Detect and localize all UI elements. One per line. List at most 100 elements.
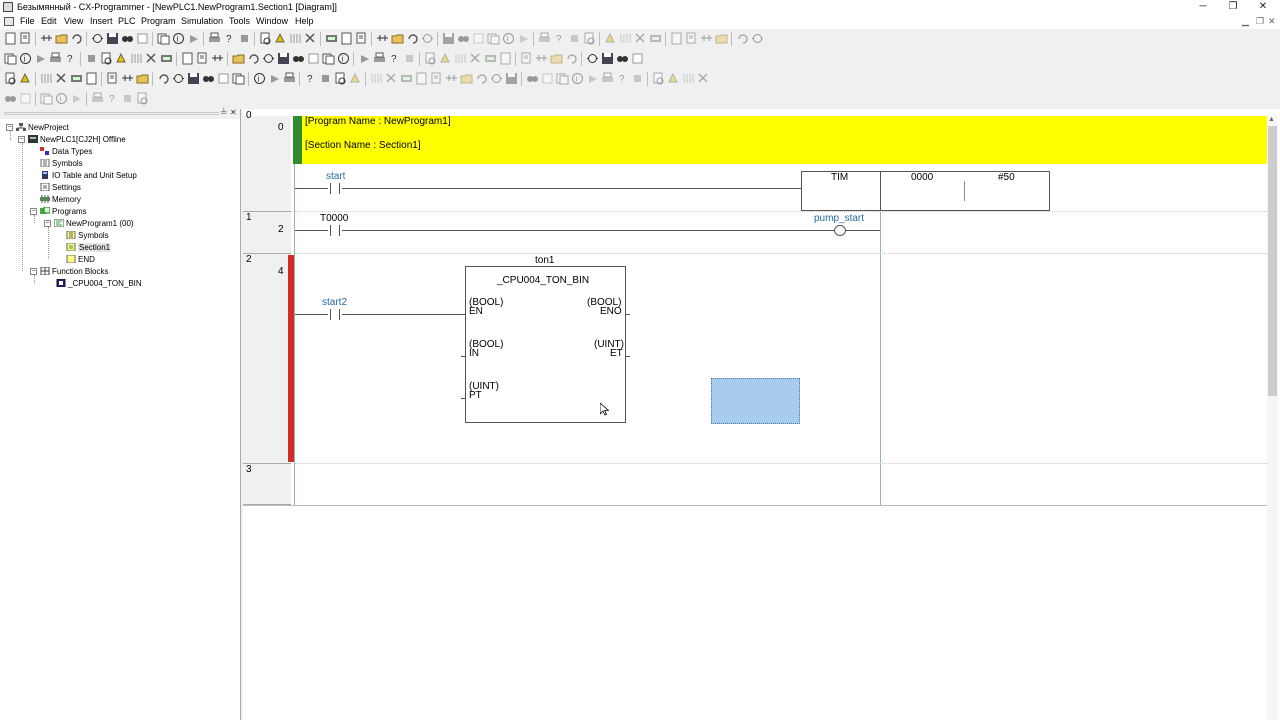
scrollbar-thumb[interactable] xyxy=(1268,126,1277,396)
menu-plc[interactable]: PLC xyxy=(118,16,136,26)
toolbar-button-icon[interactable] xyxy=(340,32,353,45)
toolbar-button-icon[interactable] xyxy=(583,32,596,45)
toolbar-button-icon[interactable] xyxy=(415,72,428,85)
toolbar-button-icon[interactable] xyxy=(292,52,305,65)
toolbar-button-icon[interactable] xyxy=(682,72,695,85)
toolbar-button-icon[interactable] xyxy=(247,52,260,65)
toolbar-button-icon[interactable]: i xyxy=(337,52,350,65)
toolbar-button-icon[interactable] xyxy=(454,52,467,65)
toolbar-button-icon[interactable] xyxy=(667,72,680,85)
toolbar-button-icon[interactable] xyxy=(358,52,371,65)
toolbar-button-icon[interactable]: i xyxy=(253,72,266,85)
mdi-close-icon[interactable]: ✕ xyxy=(1268,16,1276,27)
toolbar-button-icon[interactable] xyxy=(307,52,320,65)
toolbar-button-icon[interactable]: ? xyxy=(223,32,236,45)
contact-start2[interactable] xyxy=(328,309,342,320)
toolbar-button-icon[interactable] xyxy=(535,52,548,65)
toolbar-button-icon[interactable] xyxy=(55,72,68,85)
expand-programs[interactable]: − xyxy=(30,208,37,215)
toolbar-button-icon[interactable] xyxy=(442,32,455,45)
toolbar-button-icon[interactable] xyxy=(136,32,149,45)
toolbar-button-icon[interactable]: i xyxy=(172,32,185,45)
toolbar-button-icon[interactable] xyxy=(304,32,317,45)
toolbar-button-icon[interactable] xyxy=(421,32,434,45)
expand-function-blocks[interactable]: − xyxy=(30,268,37,275)
toolbar-button-icon[interactable] xyxy=(715,32,728,45)
toolbar-button-icon[interactable] xyxy=(424,52,437,65)
diagram-cursor-selection[interactable] xyxy=(711,378,800,424)
toolbar-button-icon[interactable] xyxy=(556,72,569,85)
toolbar-button-icon[interactable] xyxy=(91,92,104,105)
toolbar-button-icon[interactable]: i xyxy=(55,92,68,105)
toolbar-button-icon[interactable] xyxy=(196,52,209,65)
menu-view[interactable]: View xyxy=(64,16,83,26)
toolbar-button-icon[interactable] xyxy=(631,72,644,85)
toolbar-button-icon[interactable] xyxy=(550,52,563,65)
contact-label[interactable]: start xyxy=(326,171,345,182)
tree-programs[interactable]: Programs xyxy=(40,207,87,216)
coil-label[interactable]: pump_start xyxy=(814,213,864,224)
toolbar-button-icon[interactable] xyxy=(187,32,200,45)
tree-plc[interactable]: NewPLC1[CJ2H] Offline xyxy=(28,135,126,144)
toolbar-button-icon[interactable] xyxy=(70,72,83,85)
scroll-up-icon[interactable]: ▲ xyxy=(1268,116,1275,123)
toolbar-button-icon[interactable]: ? xyxy=(616,72,629,85)
toolbar-button-icon[interactable] xyxy=(649,32,662,45)
pin-icon[interactable]: ╧ xyxy=(221,108,227,117)
toolbar-button-icon[interactable] xyxy=(34,52,47,65)
toolbar-button-icon[interactable] xyxy=(259,32,272,45)
toolbar-button-icon[interactable] xyxy=(526,72,539,85)
contact-t0000[interactable] xyxy=(328,225,342,236)
menu-insert[interactable]: Insert xyxy=(90,16,113,26)
menu-program[interactable]: Program xyxy=(141,16,176,26)
toolbar-button-icon[interactable] xyxy=(355,32,368,45)
toolbar-button-icon[interactable] xyxy=(334,72,347,85)
toolbar-button-icon[interactable] xyxy=(100,52,113,65)
toolbar-button-icon[interactable] xyxy=(460,72,473,85)
toolbar-button-icon[interactable] xyxy=(322,52,335,65)
toolbar-button-icon[interactable] xyxy=(472,32,485,45)
toolbar-button-icon[interactable]: ? xyxy=(388,52,401,65)
toolbar-button-icon[interactable] xyxy=(85,52,98,65)
tree-memory[interactable]: Memory xyxy=(40,195,81,204)
toolbar-button-icon[interactable] xyxy=(403,52,416,65)
toolbar-button-icon[interactable] xyxy=(505,72,518,85)
toolbar-button-icon[interactable] xyxy=(634,32,647,45)
toolbar-button-icon[interactable] xyxy=(538,32,551,45)
toolbar-button-icon[interactable] xyxy=(700,32,713,45)
toolbar-button-icon[interactable] xyxy=(232,52,245,65)
toolbar-button-icon[interactable] xyxy=(283,72,296,85)
tree-settings[interactable]: Settings xyxy=(40,183,81,192)
rung-comment[interactable]: [Program Name : NewProgram1] [Section Na… xyxy=(302,116,1267,164)
toolbar-button-icon[interactable] xyxy=(430,72,443,85)
toolbar-button-icon[interactable] xyxy=(70,92,83,105)
tree-io-table[interactable]: IO Table and Unit Setup xyxy=(40,171,137,180)
toolbar-button-icon[interactable] xyxy=(40,72,53,85)
toolbar-button-icon[interactable] xyxy=(319,72,332,85)
tree-fb[interactable]: _CPU004_TON_BIN xyxy=(56,279,142,288)
toolbar-button-icon[interactable] xyxy=(475,72,488,85)
toolbar-button-icon[interactable] xyxy=(520,52,533,65)
toolbar-button-icon[interactable] xyxy=(376,32,389,45)
restore-button[interactable]: ❐ xyxy=(1218,0,1248,15)
toolbar-button-icon[interactable] xyxy=(106,72,119,85)
toolbar-button-icon[interactable] xyxy=(652,72,665,85)
tree-data-types[interactable]: Data Types xyxy=(40,147,92,156)
toolbar-button-icon[interactable] xyxy=(274,32,287,45)
toolbar-button-icon[interactable] xyxy=(268,72,281,85)
contact-label[interactable]: start2 xyxy=(322,297,347,308)
expand-plc[interactable]: − xyxy=(18,136,25,143)
toolbar-button-icon[interactable] xyxy=(19,92,32,105)
tree-function-blocks[interactable]: Function Blocks xyxy=(40,267,108,276)
toolbar-button-icon[interactable] xyxy=(373,52,386,65)
toolbar-button-icon[interactable] xyxy=(157,32,170,45)
toolbar-button-icon[interactable] xyxy=(517,32,530,45)
expand-program[interactable]: − xyxy=(44,220,51,227)
tree-program[interactable]: NewProgram1 (00) xyxy=(54,219,134,228)
toolbar-button-icon[interactable] xyxy=(487,32,500,45)
toolbar-button-icon[interactable] xyxy=(601,72,614,85)
toolbar-button-icon[interactable] xyxy=(277,52,290,65)
toolbar-button-icon[interactable] xyxy=(106,32,119,45)
toolbar-button-icon[interactable] xyxy=(91,32,104,45)
toolbar-button-icon[interactable] xyxy=(208,32,221,45)
